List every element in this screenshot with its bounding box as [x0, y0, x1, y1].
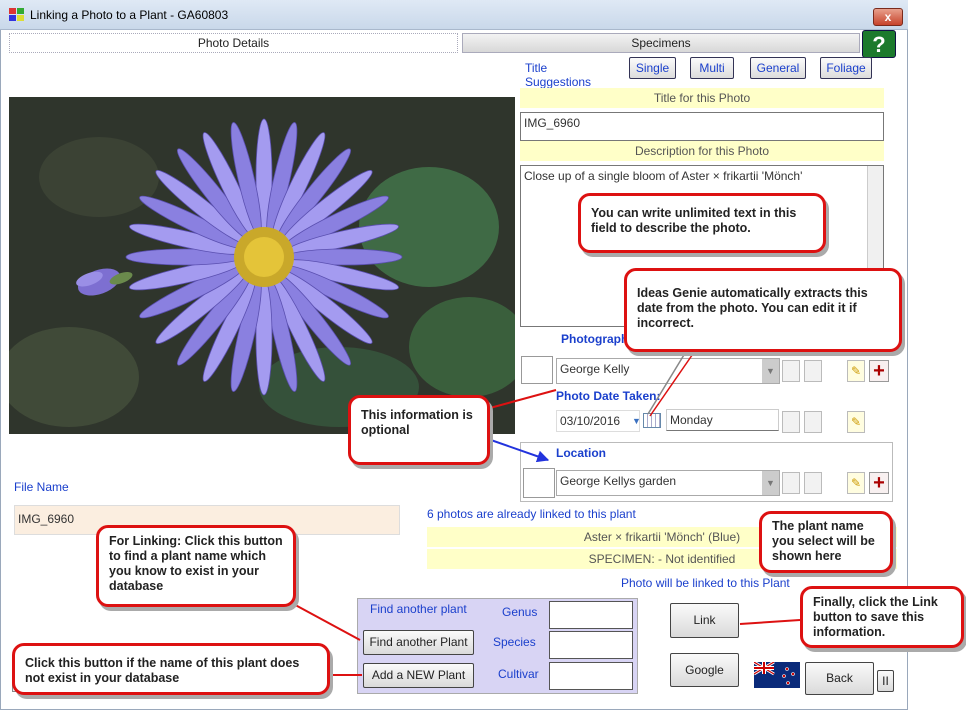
- callout-plant-name: The plant name you select will be shown …: [759, 511, 893, 573]
- callout-linking: For Linking: Click this button to find a…: [96, 525, 296, 607]
- callout-description: You can write unlimited text in this fie…: [578, 193, 826, 253]
- callout-finally: Finally, click the Link button to save t…: [800, 586, 964, 648]
- callout-optional: This information is optional: [348, 395, 490, 465]
- callout-date: Ideas Genie automatically extracts this …: [624, 268, 902, 352]
- callout-new-plant: Click this button if the name of this pl…: [12, 643, 330, 695]
